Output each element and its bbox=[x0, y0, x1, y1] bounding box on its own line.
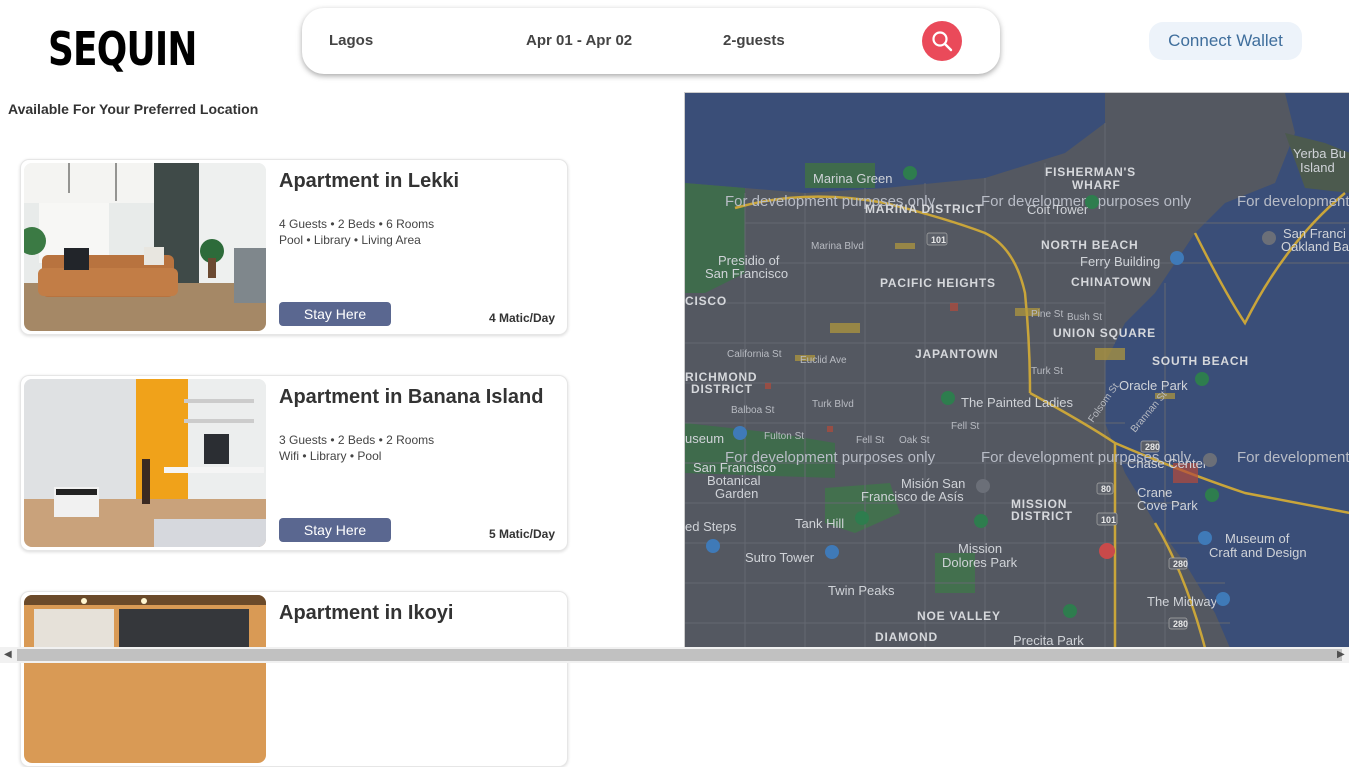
listing-card: Apartment in Lekki 4 Guests • 2 Beds • 6… bbox=[20, 159, 568, 335]
guests-field[interactable]: 2-guests bbox=[723, 32, 785, 49]
svg-text:Turk St: Turk St bbox=[1031, 366, 1063, 377]
svg-text:Fell St: Fell St bbox=[856, 435, 885, 446]
svg-text:Precita Park: Precita Park bbox=[1013, 633, 1084, 648]
svg-text:The Midway: The Midway bbox=[1147, 594, 1218, 609]
svg-text:FISHERMAN'S: FISHERMAN'S bbox=[1045, 165, 1136, 179]
svg-text:Oakland Ba: Oakland Ba bbox=[1281, 239, 1349, 254]
svg-text:Twin Peaks: Twin Peaks bbox=[828, 583, 895, 598]
svg-text:WHARF: WHARF bbox=[1072, 178, 1121, 192]
search-button[interactable] bbox=[922, 21, 962, 61]
listing-photo[interactable] bbox=[24, 595, 266, 763]
listing-guests-beds-rooms: 4 Guests • 2 Beds • 6 Rooms bbox=[279, 217, 435, 231]
svg-text:80: 80 bbox=[1101, 484, 1111, 494]
stay-here-button[interactable]: Stay Here bbox=[279, 518, 391, 542]
svg-text:Garden: Garden bbox=[715, 486, 758, 501]
listing-amenities: Pool • Library • Living Area bbox=[279, 233, 421, 247]
svg-text:Yerba Bu: Yerba Bu bbox=[1293, 146, 1346, 161]
listing-card: Apartment in Ikoyi bbox=[20, 591, 568, 767]
scroll-left-icon[interactable]: ◀ bbox=[4, 649, 12, 660]
svg-text:Oak St: Oak St bbox=[899, 435, 930, 446]
listing-photo[interactable] bbox=[24, 379, 266, 547]
svg-text:Chase Center: Chase Center bbox=[1127, 456, 1208, 471]
listing-details: 3 Guests • 2 Beds • 2 Rooms Wifi • Libra… bbox=[279, 432, 434, 464]
svg-text:280: 280 bbox=[1145, 442, 1160, 452]
svg-text:Francisco de Asís: Francisco de Asís bbox=[861, 489, 964, 504]
svg-text:Craft and Design: Craft and Design bbox=[1209, 545, 1307, 560]
svg-text:Ferry Building: Ferry Building bbox=[1080, 254, 1160, 269]
svg-text:JAPANTOWN: JAPANTOWN bbox=[915, 347, 998, 361]
listing-card: Apartment in Banana Island 3 Guests • 2 … bbox=[20, 375, 568, 551]
svg-text:For development purposes only: For development purposes only bbox=[1237, 449, 1349, 466]
connect-wallet-button[interactable]: Connect Wallet bbox=[1149, 22, 1302, 60]
location-field[interactable]: Lagos bbox=[329, 32, 373, 49]
svg-text:280: 280 bbox=[1173, 619, 1188, 629]
listing-amenities: Wifi • Library • Pool bbox=[279, 449, 382, 463]
svg-text:Marina Green: Marina Green bbox=[813, 171, 892, 186]
stay-here-button[interactable]: Stay Here bbox=[279, 302, 391, 326]
svg-text:Turk Blvd: Turk Blvd bbox=[812, 399, 854, 410]
svg-text:Mission: Mission bbox=[958, 541, 1002, 556]
search-bar: Lagos Apr 01 - Apr 02 2-guests bbox=[302, 8, 1000, 74]
svg-text:101: 101 bbox=[931, 235, 946, 245]
svg-text:Museum of: Museum of bbox=[1225, 531, 1290, 546]
listing-title: Apartment in Lekki bbox=[279, 170, 460, 192]
listing-price: 4 Matic/Day bbox=[488, 311, 555, 325]
svg-text:Euclid Ave: Euclid Ave bbox=[800, 355, 847, 366]
svg-text:Dolores Park: Dolores Park bbox=[942, 555, 1018, 570]
svg-text:Fell St: Fell St bbox=[951, 421, 980, 432]
section-title: Available For Your Preferred Location bbox=[8, 101, 259, 117]
svg-text:Oracle Park: Oracle Park bbox=[1119, 378, 1188, 393]
svg-text:DISTRICT: DISTRICT bbox=[691, 382, 753, 396]
svg-text:Cove Park: Cove Park bbox=[1137, 498, 1198, 513]
svg-text:For development purposes only: For development purposes only bbox=[1237, 193, 1349, 210]
svg-text:Coit Tower: Coit Tower bbox=[1027, 202, 1089, 217]
svg-text:Marina Blvd: Marina Blvd bbox=[811, 241, 864, 252]
scrollbar-thumb[interactable] bbox=[17, 649, 1342, 661]
svg-text:ed Steps: ed Steps bbox=[685, 519, 737, 534]
svg-text:NOE VALLEY: NOE VALLEY bbox=[917, 609, 1001, 623]
map[interactable]: For development purposes only For develo… bbox=[684, 92, 1349, 648]
svg-text:CHINATOWN: CHINATOWN bbox=[1071, 275, 1152, 289]
listing-photo[interactable] bbox=[24, 163, 266, 331]
svg-text:SOUTH BEACH: SOUTH BEACH bbox=[1152, 354, 1249, 368]
listing-details: 4 Guests • 2 Beds • 6 Rooms Pool • Libra… bbox=[279, 216, 434, 248]
svg-text:PACIFIC HEIGHTS: PACIFIC HEIGHTS bbox=[880, 276, 996, 290]
scroll-right-icon[interactable]: ▶ bbox=[1337, 649, 1345, 660]
svg-text:280: 280 bbox=[1173, 559, 1188, 569]
svg-text:Bush St: Bush St bbox=[1067, 312, 1102, 323]
svg-text:DIAMOND: DIAMOND bbox=[875, 630, 938, 644]
svg-text:Balboa St: Balboa St bbox=[731, 405, 775, 416]
svg-text:DISTRICT: DISTRICT bbox=[1011, 509, 1073, 523]
svg-text:MARINA DISTRICT: MARINA DISTRICT bbox=[865, 202, 983, 216]
svg-text:CISCO: CISCO bbox=[685, 294, 727, 308]
listing-price: 5 Matic/Day bbox=[488, 527, 555, 541]
listing-title: Apartment in Ikoyi bbox=[279, 602, 454, 624]
svg-text:The Painted Ladies: The Painted Ladies bbox=[961, 395, 1074, 410]
svg-text:Fulton St: Fulton St bbox=[764, 431, 804, 442]
svg-text:Island: Island bbox=[1300, 160, 1335, 175]
svg-text:NORTH BEACH: NORTH BEACH bbox=[1041, 238, 1138, 252]
svg-text:UNION SQUARE: UNION SQUARE bbox=[1053, 326, 1156, 340]
svg-text:California St: California St bbox=[727, 349, 782, 360]
svg-text:Pine St: Pine St bbox=[1031, 309, 1063, 320]
svg-text:Sutro Tower: Sutro Tower bbox=[745, 550, 815, 565]
horizontal-scrollbar[interactable]: ◀ ▶ bbox=[0, 647, 1349, 663]
svg-text:useum: useum bbox=[685, 431, 724, 446]
sequin-logo[interactable]: SEQUIN bbox=[48, 22, 197, 76]
listing-title: Apartment in Banana Island bbox=[279, 386, 544, 408]
listing-guests-beds-rooms: 3 Guests • 2 Beds • 2 Rooms bbox=[279, 433, 435, 447]
search-icon bbox=[932, 31, 953, 52]
svg-text:Tank Hill: Tank Hill bbox=[795, 516, 844, 531]
svg-text:San Francisco: San Francisco bbox=[705, 266, 788, 281]
dates-field[interactable]: Apr 01 - Apr 02 bbox=[526, 32, 632, 49]
svg-text:101: 101 bbox=[1101, 515, 1116, 525]
